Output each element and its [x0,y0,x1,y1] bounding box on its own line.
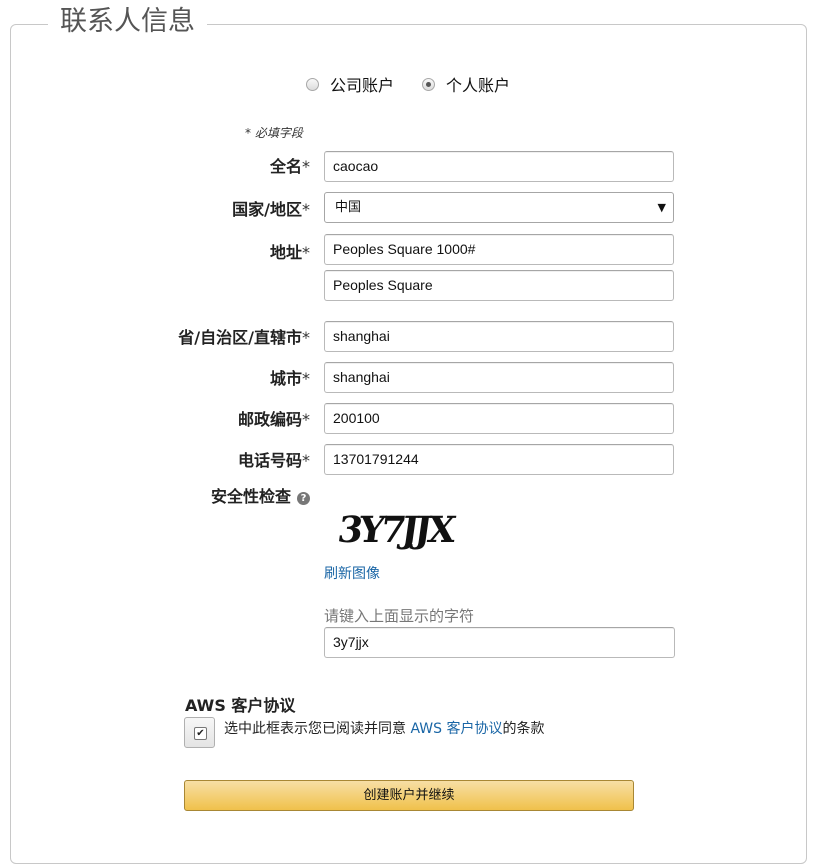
dropdown-arrow-icon: ▼ [657,201,666,214]
aws-customer-agreement-link[interactable]: AWS 客户协议 [410,721,502,737]
question-circle-icon[interactable]: ? [297,492,310,505]
label-text: 安全性检查 [210,487,291,506]
full-name-label: 全名* [270,153,310,177]
province-label: 省/自治区/直辖市* [178,324,310,348]
radio-company-account[interactable]: 公司账户 [306,72,394,96]
label-text: 城市 [269,369,302,388]
full-name-input[interactable]: caocao [324,151,674,182]
phone-input[interactable]: 13701791244 [324,444,674,475]
required-asterisk: * [302,157,310,176]
label-text: 电话号码 [237,451,302,470]
city-input[interactable]: shanghai [324,362,674,393]
address-label: 地址* [270,239,310,263]
address-line1-input[interactable]: Peoples Square 1000# [324,234,674,265]
postal-code-input[interactable]: 200100 [324,403,674,434]
captcha-image: 3Y7JJX [338,508,460,551]
required-asterisk: * [302,200,310,219]
fieldset-legend: 联系人信息 [48,3,207,41]
phone-label: 电话号码* [238,447,310,471]
radio-button-icon[interactable] [306,77,319,91]
country-select-value: 中国 [335,200,362,215]
agreement-text-before: 选中此框表示您已阅读并同意 [224,721,411,737]
create-account-button[interactable]: 创建账户并继续 [184,780,634,811]
address-line2-input[interactable]: Peoples Square [324,270,674,301]
captcha-hint: 请键入上面显示的字符 [324,607,475,625]
agreement-title: AWS 客户协议 [185,696,296,715]
security-check-label: 安全性检查? [211,483,310,507]
refresh-image-link[interactable]: 刷新图像 [324,563,380,583]
checkmark-icon: ✔ [194,727,207,740]
radio-button-icon[interactable] [422,77,436,91]
required-fields-note: * 必填字段 [245,126,303,140]
label-text: 地址 [269,243,302,262]
city-label: 城市* [270,365,310,389]
required-asterisk: * [302,451,310,470]
country-select[interactable]: 中国 ▼ [324,192,674,223]
captcha-text: 3Y7JJX [338,508,460,551]
label-text: 邮政编码 [237,410,302,429]
postal-code-label: 邮政编码* [238,406,310,430]
required-asterisk: * [302,410,310,429]
label-text: 省/自治区/直辖市 [178,328,302,347]
radio-label-company: 公司账户 [330,76,395,95]
agreement-text-after: 的条款 [502,721,545,737]
required-asterisk: * [302,328,310,347]
label-text: 全名 [269,157,302,176]
required-asterisk: * [302,369,310,388]
radio-label-personal: 个人账户 [446,76,511,95]
account-type-group: 公司账户 个人账户 [306,72,510,96]
captcha-input[interactable]: 3y7jjx [324,627,675,658]
province-input[interactable]: shanghai [324,321,674,352]
agreement-checkbox[interactable]: ✔ [184,717,215,748]
country-label: 国家/地区* [232,196,310,220]
agreement-text: 选中此框表示您已阅读并同意 AWS 客户协议的条款 [224,718,544,738]
required-asterisk: * [302,243,310,262]
label-text: 国家/地区 [232,200,302,219]
radio-personal-account[interactable]: 个人账户 [422,72,510,96]
